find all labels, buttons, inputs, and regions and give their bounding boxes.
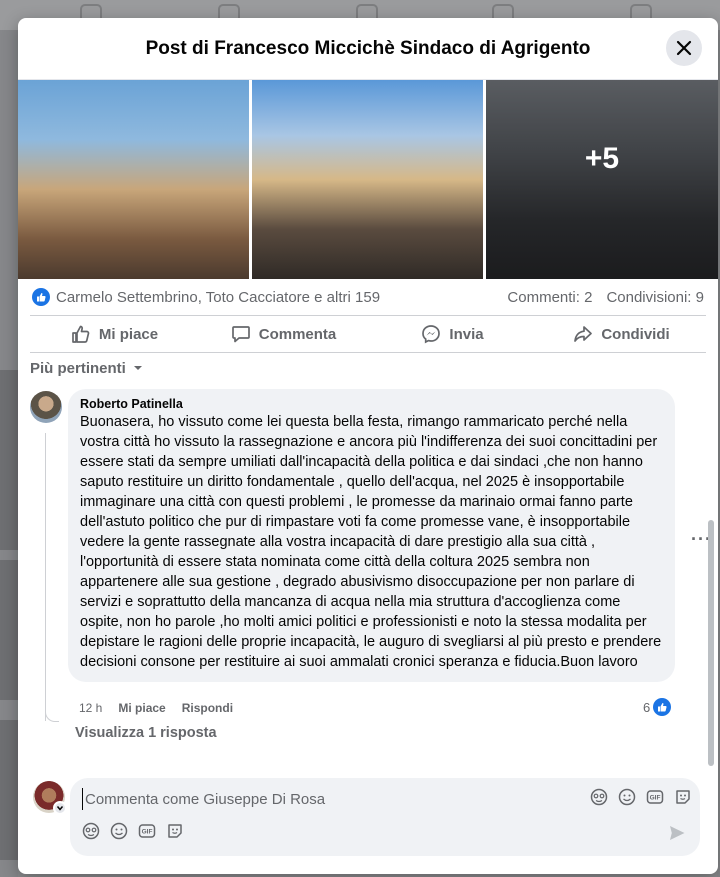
close-button[interactable] xyxy=(666,30,702,66)
comment-reply-button[interactable]: Rispondi xyxy=(182,701,233,715)
background-thumbnail xyxy=(0,370,18,550)
composer-tools: GIF xyxy=(590,788,692,806)
post-actions: Mi piace Commenta Invia Condividi xyxy=(30,315,706,353)
share-label: Condividi xyxy=(601,325,670,343)
svg-text:GIF: GIF xyxy=(142,829,153,836)
share-icon xyxy=(574,326,593,342)
messenger-icon xyxy=(422,325,441,344)
comment-likes-count: 6 xyxy=(643,699,651,715)
thumbs-up-icon xyxy=(72,325,90,343)
comment-like-button[interactable]: Mi piace xyxy=(118,701,165,715)
comment-text: Buonasera, ho vissuto come lei questa be… xyxy=(80,414,662,670)
modal-title: Post di Francesco Miccichè Sindaco di Ag… xyxy=(145,37,591,59)
send-button[interactable]: Invia xyxy=(368,316,537,352)
comment-sort-label: Più pertinenti xyxy=(30,359,126,377)
thread-connector xyxy=(45,704,59,722)
comment-icon xyxy=(231,326,250,343)
shares-count[interactable]: Condivisioni: 9 xyxy=(606,289,704,306)
modal-header: Post di Francesco Miccichè Sindaco di Ag… xyxy=(18,18,718,80)
close-icon xyxy=(676,40,692,56)
post-stats: Carmelo Settembrino, Toto Cacciatore e a… xyxy=(18,279,718,315)
view-replies-link[interactable]: Visualizza 1 risposta xyxy=(75,725,217,741)
post-photo[interactable] xyxy=(18,80,249,279)
like-reaction-icon xyxy=(653,698,672,716)
like-label: Mi piace xyxy=(98,325,159,343)
comment-input[interactable] xyxy=(82,788,572,810)
background-thumbnail xyxy=(0,720,18,860)
post-modal: Post di Francesco Miccichè Sindaco di Ag… xyxy=(18,18,718,874)
sticker-icon[interactable] xyxy=(166,822,184,840)
reactions-summary[interactable]: Carmelo Settembrino, Toto Cacciatore e a… xyxy=(32,288,380,306)
caret-down-icon xyxy=(133,366,142,370)
emoji-icon[interactable] xyxy=(618,788,636,806)
gif-icon[interactable]: GIF xyxy=(646,788,664,806)
comment-button[interactable]: Commenta xyxy=(199,316,368,352)
comment-author[interactable]: Roberto Patinella xyxy=(80,397,663,411)
post-photo[interactable] xyxy=(252,80,483,279)
comment-likes[interactable]: 6 xyxy=(643,698,672,716)
comments-count[interactable]: Commenti: 2 xyxy=(507,289,592,306)
thread-line xyxy=(45,433,46,721)
reactions-text: Carmelo Settembrino, Toto Cacciatore e a… xyxy=(56,288,381,306)
svg-text:GIF: GIF xyxy=(650,795,661,802)
post-photo-more[interactable]: +5 xyxy=(486,80,718,279)
background-thumbnail xyxy=(0,560,18,700)
gif-icon[interactable]: GIF xyxy=(138,822,156,840)
sticker-icon[interactable] xyxy=(674,788,692,806)
comment-box: GIF GIF xyxy=(70,778,700,856)
send-icon xyxy=(670,826,685,840)
like-button[interactable]: Mi piace xyxy=(30,316,199,352)
composer-tools-secondary: GIF xyxy=(82,822,184,840)
chevron-down-icon[interactable] xyxy=(53,801,67,815)
share-button[interactable]: Condividi xyxy=(537,316,706,352)
comment-meta: 12 h Mi piace Rispondi xyxy=(79,701,233,715)
emoji-icon[interactable] xyxy=(110,822,128,840)
avatar[interactable] xyxy=(30,391,62,423)
background-left-column xyxy=(0,30,18,877)
avatar-sticker-icon[interactable] xyxy=(82,822,100,840)
send-comment-button[interactable] xyxy=(668,824,686,847)
scrollbar[interactable] xyxy=(708,520,714,766)
photo-grid: +5 xyxy=(18,80,718,279)
comment-label: Commenta xyxy=(258,325,337,343)
comment-thread: Roberto Patinella Buonasera, ho vissuto … xyxy=(18,383,718,755)
comment-time[interactable]: 12 h xyxy=(79,701,102,715)
send-label: Invia xyxy=(449,325,484,343)
comment-sort-dropdown[interactable]: Più pertinenti xyxy=(18,353,718,383)
comment-bubble: Roberto Patinella Buonasera, ho vissuto … xyxy=(68,389,675,682)
like-reaction-icon xyxy=(32,288,50,306)
more-photos-count: +5 xyxy=(584,142,620,175)
avatar-sticker-icon[interactable] xyxy=(590,788,608,806)
